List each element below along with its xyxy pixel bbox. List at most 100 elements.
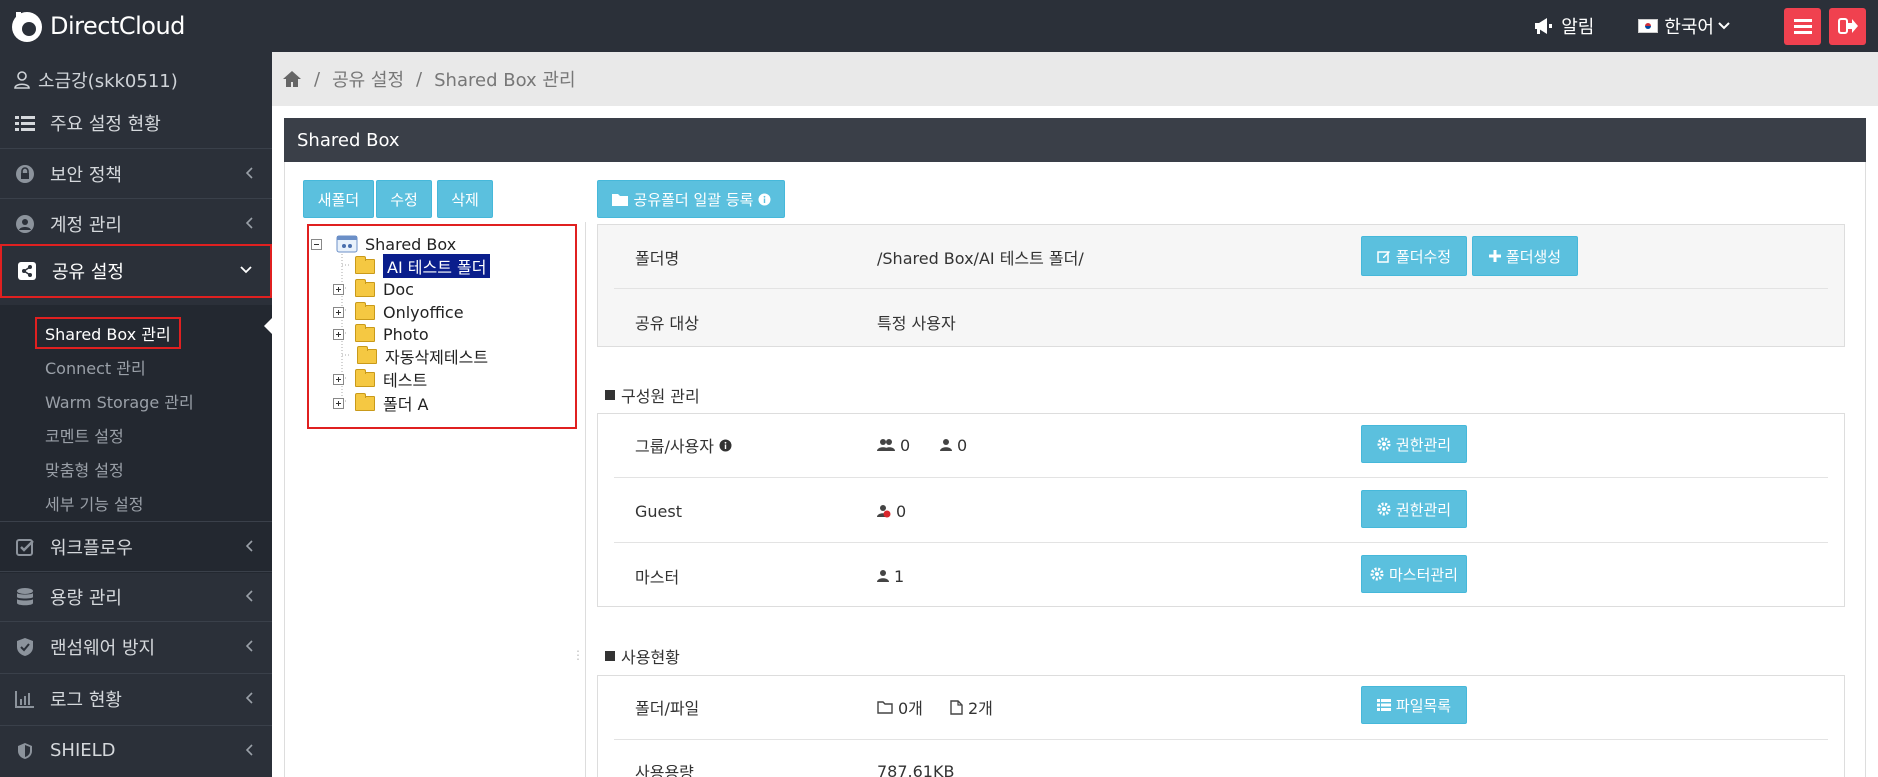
file-count: 2개: [950, 696, 993, 718]
sidebar-item-share-settings[interactable]: 공유 설정: [0, 244, 272, 298]
tree-node-onlyoffice[interactable]: Onlyoffice: [333, 301, 464, 323]
tree-node-test[interactable]: 테스트: [333, 368, 427, 390]
submenu-item-comment[interactable]: 코멘트 설정: [45, 423, 124, 447]
master-count: 1: [877, 565, 904, 587]
folder-icon: [355, 368, 375, 387]
file-outline-icon: [950, 699, 963, 715]
bulk-register-button[interactable]: 공유폴더 일괄 등록: [597, 180, 785, 218]
sidebar-item-workflow[interactable]: 워크플로우: [0, 521, 272, 571]
submenu-item-connect[interactable]: Connect 관리: [45, 355, 146, 379]
user-icon: [877, 570, 889, 582]
file-list-button[interactable]: 파일목록: [1361, 686, 1467, 724]
sidebar-item-capacity[interactable]: 용량 관리: [0, 571, 272, 621]
language-selector[interactable]: 한국어: [1638, 13, 1730, 39]
tree-node-photo[interactable]: Photo: [333, 323, 429, 345]
bar-chart-icon: [14, 688, 36, 710]
edit-icon: [1377, 251, 1390, 263]
tree-node-label: 자동삭제테스트: [385, 348, 489, 367]
chevron-left-icon: [246, 744, 253, 756]
tree-node-label: Shared Box: [365, 234, 457, 254]
sidebar-item-shield[interactable]: SHIELD: [0, 725, 272, 775]
expand-icon[interactable]: [333, 306, 344, 318]
master-label: 마스터: [635, 568, 680, 587]
shield-check-icon: [14, 636, 36, 658]
submenu-item-shared-box[interactable]: Shared Box 관리: [35, 317, 181, 349]
delete-button[interactable]: 삭제: [437, 180, 493, 218]
brand-logo[interactable]: DirectCloud: [10, 8, 185, 44]
folder-info-card: [597, 224, 1845, 347]
create-folder-button[interactable]: 폴더생성: [1472, 236, 1578, 276]
folder-icon: [357, 345, 377, 364]
tree-node-doc[interactable]: Doc: [333, 278, 414, 300]
sidebar-item-ransomware[interactable]: 랜섬웨어 방지: [0, 621, 272, 671]
members-card: [597, 413, 1845, 607]
info-icon: [719, 439, 732, 451]
guest-user-icon: [877, 505, 891, 518]
checkbox-icon: [14, 536, 36, 558]
sidebar-item-label: 공유 설정: [52, 262, 124, 283]
edit-folder-button[interactable]: 폴더수정: [1361, 236, 1467, 276]
logout-button[interactable]: [1829, 7, 1866, 45]
language-label: 한국어: [1664, 17, 1714, 38]
collapse-icon[interactable]: [311, 238, 322, 250]
edit-button[interactable]: 수정: [376, 180, 432, 218]
submenu-item-warm-storage[interactable]: Warm Storage 관리: [45, 389, 194, 413]
tree-node-label: Onlyoffice: [383, 302, 464, 322]
folder-icon: [611, 193, 628, 206]
list-icon: [1376, 699, 1391, 711]
files-label: 폴더/파일: [635, 699, 700, 718]
share-target-value: 특정 사용자: [877, 314, 956, 333]
sidebar-item-logs[interactable]: 로그 현황: [0, 673, 272, 723]
notifications-button[interactable]: 알림: [1533, 13, 1594, 39]
sidebar-item-label: 주요 설정 현황: [50, 114, 161, 135]
user-icon: [14, 71, 30, 89]
tree-node-root[interactable]: Shared Box: [311, 233, 456, 255]
notifications-label: 알림: [1561, 17, 1595, 38]
sidebar-item-account-management[interactable]: 계정 관리: [0, 198, 272, 248]
chevron-left-icon: [246, 692, 253, 704]
edit-folder-label: 폴더수정: [1395, 247, 1452, 266]
info-icon: [758, 193, 771, 205]
directcloud-logo-icon: [10, 8, 46, 44]
submenu-item-custom[interactable]: 맞춤형 설정: [45, 457, 124, 481]
breadcrumb-share-settings[interactable]: 공유 설정: [332, 66, 404, 92]
guest-permission-button[interactable]: 권한관리: [1361, 490, 1467, 528]
folder-icon: [355, 323, 375, 342]
menu-button[interactable]: [1784, 7, 1821, 45]
tree-node-folder-a[interactable]: 폴더 A: [333, 392, 428, 414]
usage-card: [597, 675, 1845, 777]
hamburger-icon: [1793, 19, 1812, 34]
folder-icon: [355, 278, 375, 297]
share-icon: [16, 260, 38, 282]
expand-icon[interactable]: [333, 373, 344, 385]
folder-outline-icon: [877, 700, 893, 714]
lock-icon: [14, 163, 36, 185]
megaphone-icon: [1535, 18, 1553, 34]
sidebar-item-label: 워크플로우: [50, 537, 133, 559]
new-folder-button[interactable]: 새폴더: [303, 180, 374, 218]
home-icon[interactable]: [282, 70, 302, 88]
sidebar-item-security-policy[interactable]: 보안 정책: [0, 148, 272, 198]
sidebar-item-label: 랜섬웨어 방지: [50, 637, 156, 659]
sidebar-item-label: 보안 정책: [50, 164, 122, 186]
expand-icon[interactable]: [333, 283, 344, 295]
breadcrumb: / 공유 설정 / Shared Box 관리: [272, 52, 1878, 106]
list-icon: [14, 112, 36, 134]
chevron-down-icon: [240, 266, 252, 274]
resize-handle[interactable]: ⋮: [572, 648, 584, 662]
expand-icon[interactable]: [333, 328, 344, 340]
brand-name: DirectCloud: [50, 12, 185, 40]
sidebar-item-settings-overview[interactable]: 주요 설정 현황: [0, 98, 272, 148]
folder-icon: [355, 255, 375, 274]
master-management-button[interactable]: 마스터관리: [1361, 555, 1467, 593]
submenu-item-detail-features[interactable]: 세부 기능 설정: [45, 491, 144, 515]
panel-title: Shared Box: [284, 118, 1866, 162]
breadcrumb-current: Shared Box 관리: [434, 70, 576, 91]
group-permission-button[interactable]: 권한관리: [1361, 425, 1467, 463]
folder-count: 0개: [877, 696, 923, 718]
tree-node-auto-delete[interactable]: 자동삭제테스트: [357, 345, 488, 367]
tree-node-ai-test[interactable]: AI 테스트 폴더: [355, 254, 491, 278]
expand-icon[interactable]: [333, 397, 344, 409]
korea-flag-icon: [1638, 19, 1659, 33]
chevron-left-icon: [246, 590, 253, 602]
